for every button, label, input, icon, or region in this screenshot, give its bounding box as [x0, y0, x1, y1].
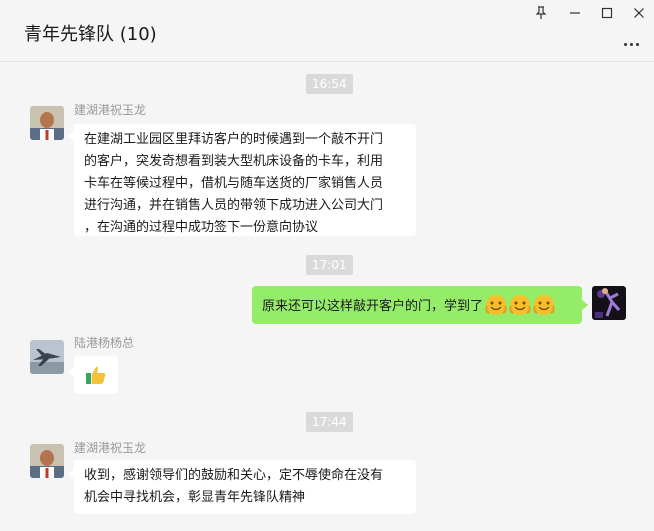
sender-name: 陆港杨杨总 [74, 336, 135, 350]
avatar[interactable] [30, 340, 64, 374]
more-icon [622, 34, 640, 53]
message-line: ，在沟通的过程中成功签下一份意向协议 [84, 220, 319, 235]
chat-header: 青年先锋队 (10) [0, 0, 654, 62]
minimize-icon [570, 12, 580, 14]
message-line: 收到，感谢领导们的鼓励和关心，定不辱使命在没有 [84, 468, 384, 483]
pin-button[interactable] [530, 4, 552, 22]
timestamp: 16:54 [306, 74, 353, 94]
person-avatar-icon [30, 444, 64, 478]
avatar[interactable] [592, 286, 626, 320]
emoji-icon [533, 294, 555, 316]
maximize-button[interactable] [596, 4, 618, 22]
avatar[interactable] [30, 444, 64, 478]
message-line: 的客户，突发奇想看到装大型机床设备的卡车，利用 [84, 154, 384, 169]
message-line: 在建湖工业园区里拜访客户的时候遇到一个敲不开门 [84, 132, 384, 147]
message-line: 卡车在等候过程中，借机与随车送货的厂家销售人员 [84, 176, 384, 191]
message-text: 原来还可以这样敲开客户的门，学到了 [262, 299, 484, 314]
timestamp: 17:44 [306, 412, 353, 432]
more-options-button[interactable] [622, 34, 644, 46]
message-bubble[interactable]: 在建湖工业园区里拜访客户的时候遇到一个敲不开门 的客户，突发奇想看到装大型机床设… [74, 124, 416, 236]
pin-icon [535, 6, 547, 19]
close-button[interactable] [628, 4, 650, 22]
bubble-tail [582, 300, 588, 310]
sender-name: 建湖港祝玉龙 [74, 441, 147, 455]
timestamp: 17:01 [306, 255, 353, 275]
minimize-button[interactable] [564, 4, 586, 22]
message-line: 进行沟通，并在销售人员的带领下成功进入公司大门 [84, 198, 384, 213]
person-avatar-icon [30, 106, 64, 140]
message-line: 机会中寻找机会，彰显青年先锋队精神 [84, 490, 306, 505]
emoji-icon [485, 294, 507, 316]
person-avatar-icon [592, 286, 626, 320]
message-bubble[interactable]: 原来还可以这样敲开客户的门，学到了 [252, 286, 582, 324]
emoji-icon [509, 294, 531, 316]
maximize-icon [601, 7, 613, 19]
close-icon [634, 8, 644, 18]
chat-title: 青年先锋队 (10) [24, 24, 157, 45]
message-bubble[interactable]: 收到，感谢领导们的鼓励和关心，定不辱使命在没有 机会中寻找机会，彰显青年先锋队精… [74, 460, 416, 514]
message-bubble[interactable] [74, 356, 118, 394]
thumbs-up-icon [85, 365, 107, 393]
jet-avatar-icon [30, 340, 64, 374]
sender-name: 建湖港祝玉龙 [74, 103, 147, 117]
avatar[interactable] [30, 106, 64, 140]
